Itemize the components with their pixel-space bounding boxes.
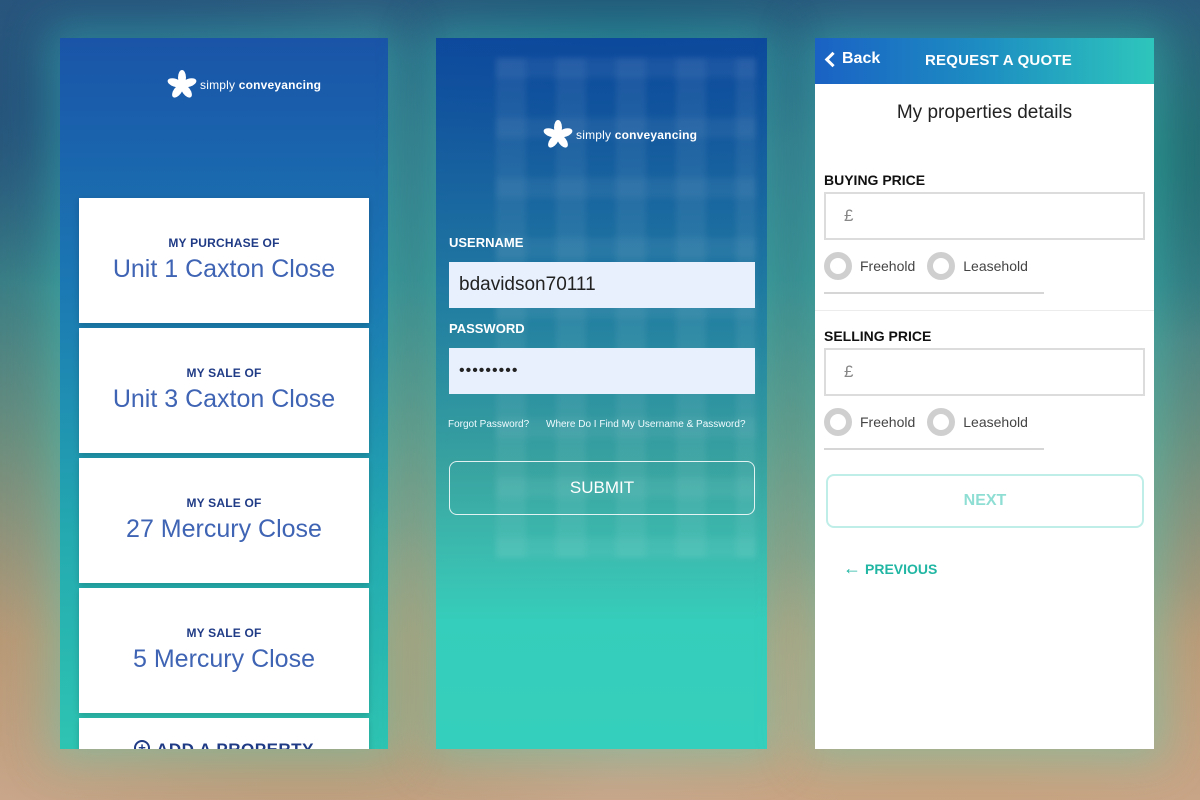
brand-name: conveyancing [238,78,322,92]
chevron-left-icon [824,51,841,67]
selling-price-label: SELLING PRICE [824,328,932,344]
buying-price-input[interactable]: £ [824,192,1145,240]
username-label: USERNAME [449,235,524,250]
radio-circle-icon [927,408,956,436]
buying-price-label: BUYING PRICE [824,172,926,188]
selling-leasehold-radio[interactable]: Leasehold [927,408,1028,436]
currency-symbol: £ [844,206,854,225]
top-bar: Back REQUEST A QUOTE [815,38,1154,84]
forgot-password-link[interactable]: Forgot Password? [448,419,529,430]
property-address: Unit 3 Caxton Close [112,385,336,413]
buying-freehold-radio[interactable]: Freehold [824,252,915,280]
selling-freehold-radio[interactable]: Freehold [824,408,915,436]
property-caption: MY PURCHASE OF [168,236,280,250]
brand-name: conveyancing [614,128,698,142]
properties-screen: simply conveyancing MY PURCHASE OF Unit … [60,38,388,749]
divider [824,292,1044,294]
add-property-label: ADD A PROPERTY [156,740,314,749]
property-card[interactable]: MY SALE OF 5 Mercury Close [79,588,369,713]
buying-tenure-radios: Freehold Leasehold [824,252,1028,280]
property-caption: MY SALE OF [186,366,262,380]
password-label: PASSWORD [449,321,525,336]
radio-label: Freehold [860,258,916,274]
find-credentials-link[interactable]: Where Do I Find My Username & Password? [546,419,746,430]
back-button[interactable]: Back [823,50,880,68]
brand-logo: simply conveyancing [166,68,322,102]
plus-circle-icon: + [134,740,151,749]
property-address: 5 Mercury Close [133,645,315,673]
brand-prefix: simply [576,128,612,142]
property-address: Unit 1 Caxton Close [112,255,336,283]
flower-logo-icon [166,68,198,102]
page-title: REQUEST A QUOTE [925,52,1072,69]
submit-button[interactable]: SUBMIT [449,461,755,515]
currency-symbol: £ [844,362,854,381]
property-caption: MY SALE OF [186,496,262,510]
username-input[interactable]: bdavidson70111 [449,262,755,308]
selling-tenure-radios: Freehold Leasehold [824,408,1028,436]
arrow-left-icon: ← [843,558,861,578]
radio-label: Leasehold [963,258,1028,274]
login-screen: simply conveyancing USERNAME bdavidson70… [436,38,767,749]
property-address: 27 Mercury Close [126,515,322,543]
radio-label: Freehold [860,414,916,430]
previous-label: PREVIOUS [865,560,938,577]
brand-prefix: simply [200,78,236,92]
quote-screen: Back REQUEST A QUOTE My properties detai… [815,38,1154,749]
radio-label: Leasehold [963,414,1028,430]
selling-price-input[interactable]: £ [824,348,1145,396]
password-input[interactable]: ••••••••• [449,348,755,394]
next-button[interactable]: NEXT [826,474,1144,528]
radio-circle-icon [824,408,852,436]
property-card[interactable]: MY PURCHASE OF Unit 1 Caxton Close [79,198,369,323]
back-label: Back [842,50,881,67]
property-card[interactable]: MY SALE OF Unit 3 Caxton Close [79,328,369,453]
section-heading: My properties details [896,102,1073,123]
add-property-button[interactable]: + ADD A PROPERTY [79,718,369,749]
buying-leasehold-radio[interactable]: Leasehold [927,252,1028,280]
brand-logo: simply conveyancing [542,118,698,152]
radio-circle-icon [824,252,852,280]
divider [815,310,1154,311]
flower-logo-icon [542,118,574,152]
divider [824,448,1044,450]
property-card[interactable]: MY SALE OF 27 Mercury Close [79,458,369,583]
previous-button[interactable]: ← PREVIOUS [843,558,937,579]
property-caption: MY SALE OF [186,626,262,640]
radio-circle-icon [927,252,956,280]
